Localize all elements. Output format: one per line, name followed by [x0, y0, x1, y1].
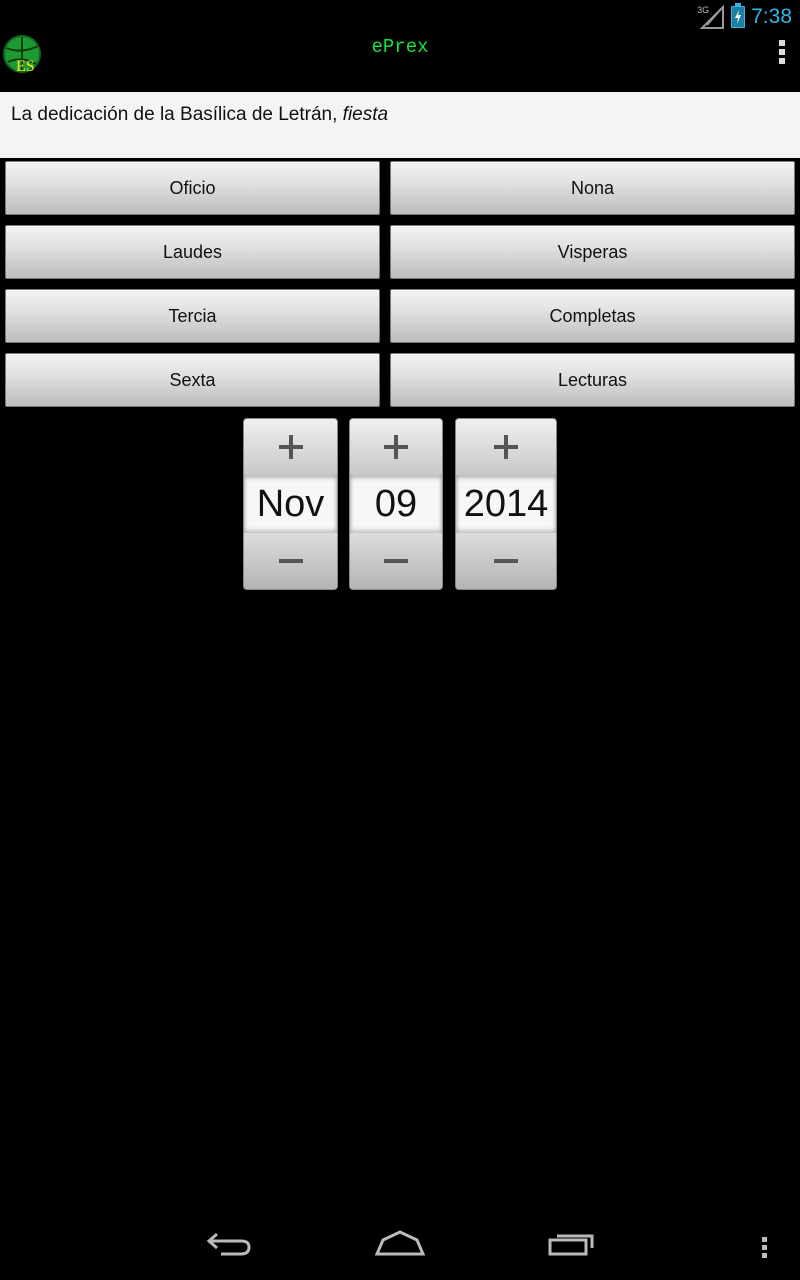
home-icon[interactable]: [374, 1228, 426, 1263]
app-logo-text: ES: [16, 58, 35, 74]
feast-name: La dedicación de la Basílica de Letrán,: [11, 104, 343, 125]
month-value[interactable]: Nov: [244, 475, 337, 533]
overflow-menu-icon[interactable]: [778, 40, 786, 68]
plus-icon: [494, 435, 518, 459]
feast-rank: fiesta: [342, 104, 389, 125]
month-increment-button[interactable]: [244, 419, 337, 475]
day-increment-button[interactable]: [350, 419, 442, 475]
tercia-button[interactable]: Tercia: [5, 289, 380, 343]
oficio-button[interactable]: Oficio: [5, 161, 380, 215]
plus-icon: [384, 435, 408, 459]
visperas-button[interactable]: Visperas: [390, 225, 795, 279]
back-icon[interactable]: [205, 1228, 255, 1263]
day-picker: 09: [349, 418, 443, 590]
recent-apps-icon[interactable]: [547, 1228, 597, 1263]
year-increment-button[interactable]: [456, 419, 556, 475]
menu-icon[interactable]: [760, 1236, 770, 1265]
plus-icon: [278, 435, 303, 459]
day-value[interactable]: 09: [350, 475, 442, 533]
signal-icon: 3G: [697, 4, 725, 29]
network-type: 3G: [697, 5, 710, 15]
navigation-bar: [0, 1208, 800, 1280]
sexta-button[interactable]: Sexta: [5, 353, 380, 407]
status-bar: 3G 7:38: [0, 0, 800, 34]
month-picker: Nov: [243, 418, 338, 590]
year-picker: 2014: [455, 418, 557, 590]
completas-button[interactable]: Completas: [390, 289, 795, 343]
lecturas-button[interactable]: Lecturas: [390, 353, 795, 407]
app-title: ePrex: [371, 36, 429, 58]
action-bar: ES ePrex: [0, 34, 800, 92]
minus-icon: [494, 559, 518, 563]
minus-icon: [278, 559, 303, 563]
status-icons: 3G 7:38: [697, 3, 792, 30]
day-decrement-button[interactable]: [350, 533, 442, 589]
year-decrement-button[interactable]: [456, 533, 556, 589]
month-decrement-button[interactable]: [244, 533, 337, 589]
feast-banner: La dedicación de la Basílica de Letrán, …: [0, 92, 800, 158]
minus-icon: [384, 559, 408, 563]
year-value[interactable]: 2014: [456, 475, 556, 533]
clock: 7:38: [751, 5, 792, 28]
nona-button[interactable]: Nona: [390, 161, 795, 215]
laudes-button[interactable]: Laudes: [5, 225, 380, 279]
battery-icon: [731, 3, 746, 28]
